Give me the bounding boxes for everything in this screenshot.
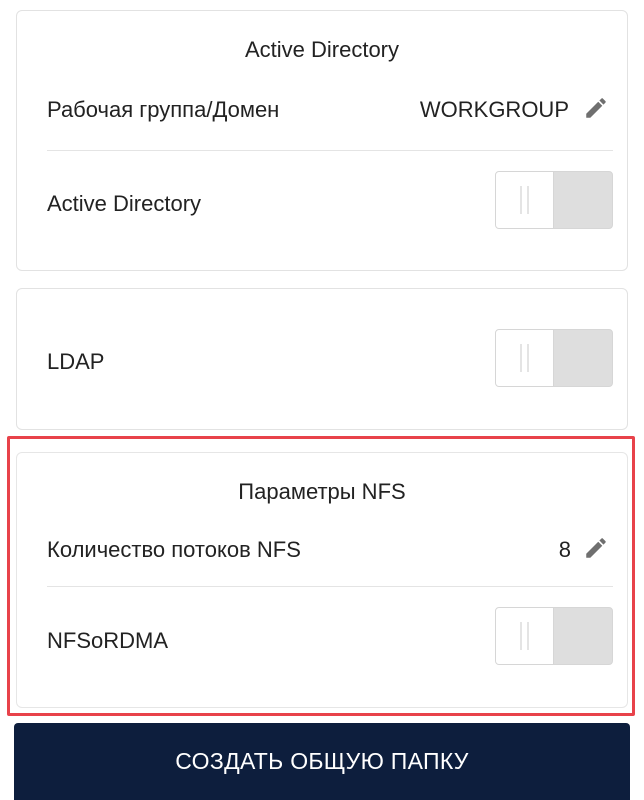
toggle-knob	[496, 172, 554, 228]
active-directory-toggle-label: Active Directory	[47, 191, 202, 216]
toggle-knob	[496, 330, 554, 386]
nfs-threads-label: Количество потоков NFS	[47, 537, 301, 562]
workgroup-label: Рабочая группа/Домен	[47, 97, 280, 122]
toggle-grip	[527, 344, 529, 372]
toggle-knob	[496, 608, 554, 664]
divider	[47, 150, 613, 151]
toggle-grip	[527, 622, 529, 650]
divider	[47, 586, 613, 587]
active-directory-title: Active Directory	[244, 37, 400, 62]
active-directory-card: Active Directory Рабочая группа/Домен WO…	[16, 10, 628, 271]
pencil-icon[interactable]	[583, 535, 609, 561]
ldap-toggle[interactable]	[495, 329, 613, 387]
pencil-icon[interactable]	[583, 95, 609, 121]
active-directory-toggle[interactable]	[495, 171, 613, 229]
ldap-toggle-label: LDAP	[47, 349, 105, 374]
toggle-grip	[520, 622, 522, 650]
ldap-card: LDAP	[16, 288, 628, 430]
create-shared-folder-button[interactable]: СОЗДАТЬ ОБЩУЮ ПАПКУ	[14, 723, 630, 800]
nfsordma-toggle-label: NFSoRDMA	[47, 628, 169, 653]
nfsordma-toggle[interactable]	[495, 607, 613, 665]
toggle-grip	[520, 344, 522, 372]
toggle-grip	[527, 186, 529, 214]
toggle-grip	[520, 186, 522, 214]
nfs-settings-title: Параметры NFS	[238, 479, 406, 504]
nfs-settings-card: Параметры NFS Количество потоков NFS 8 N…	[16, 452, 628, 708]
workgroup-value: WORKGROUP	[419, 97, 569, 122]
nfs-threads-value: 8	[558, 537, 571, 562]
